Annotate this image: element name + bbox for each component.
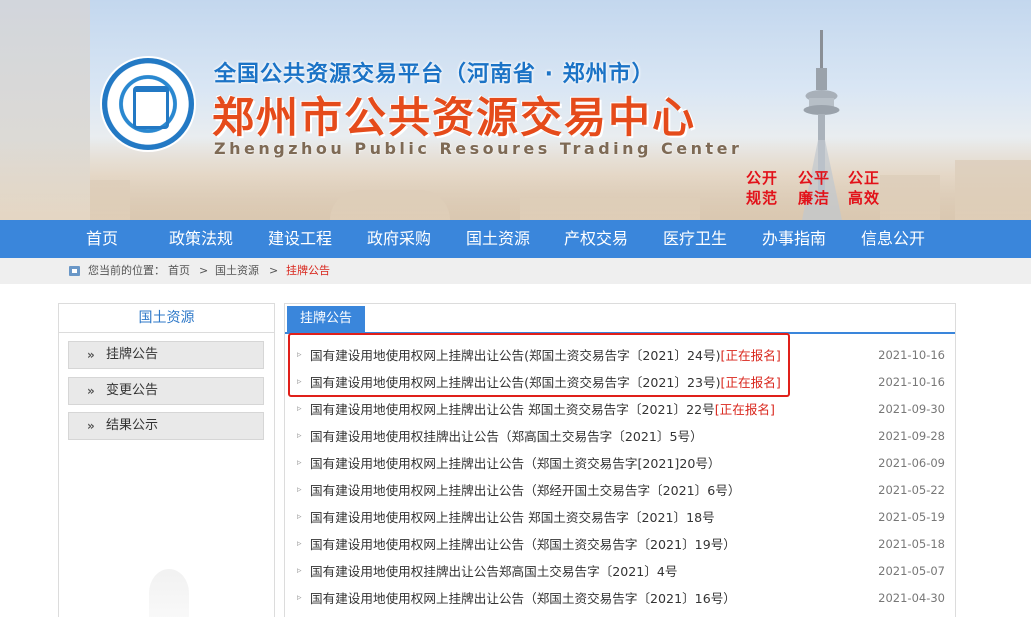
list-item-title[interactable]: 国有建设用地使用权挂牌出让公告郑高国土交易告字〔2021〕4号 <box>310 564 678 579</box>
nav-guide[interactable]: 办事指南 <box>762 220 826 258</box>
bullet-icon: ▹ <box>297 593 302 603</box>
bullet-icon: ▹ <box>297 458 302 468</box>
list-item-title[interactable]: 国有建设用地使用权网上挂牌出让公告（郑经开国土交易告字〔2021〕6号） <box>310 483 740 498</box>
list-item[interactable]: ▹ 国有建设用地使用权挂牌出让公告（郑高国土交易告字〔2021〕5号） 2021… <box>297 423 945 450</box>
list-item[interactable]: ▹ 国有建设用地使用权网上挂牌出让公告（郑国土资交易告字[2021]20号） 2… <box>297 450 945 477</box>
list-item-date: 2021-09-30 <box>878 402 945 416</box>
list-item-date: 2021-05-18 <box>878 537 945 551</box>
list-item[interactable]: ▹ 国有建设用地使用权网上挂牌出让公告（郑国土资交易告字〔2021〕19号） 2… <box>297 531 945 558</box>
list-item-date: 2021-06-09 <box>878 456 945 470</box>
status-badge: [正在报名] <box>714 402 775 417</box>
site-banner: 全国公共资源交易平台（河南省 · 郑州市） 郑州市公共资源交易中心 Zhengz… <box>0 0 1031 220</box>
nav-policy[interactable]: 政策法规 <box>169 220 233 258</box>
list-item-title[interactable]: 国有建设用地使用权网上挂牌出让公告 郑国土资交易告字〔2021〕22号 <box>310 402 715 417</box>
list-item-date: 2021-05-22 <box>878 483 945 497</box>
list-item-date: 2021-09-28 <box>878 429 945 443</box>
slogan-just: 公正 <box>848 169 881 187</box>
watermark-tower <box>149 569 189 617</box>
breadcrumb-land-resources[interactable]: 国土资源 <box>215 258 259 284</box>
main-nav: 首页 政策法规 建设工程 政府采购 国土资源 产权交易 医疗卫生 办事指南 信息… <box>0 220 1031 258</box>
breadcrumb: 您当前的位置： 首页 > 国土资源 > 挂牌公告 <box>0 258 1031 284</box>
nav-procurement[interactable]: 政府采购 <box>367 220 431 258</box>
sidebar: 国土资源 » 挂牌公告 » 变更公告 » 结果公示 <box>58 303 275 617</box>
list-item-title[interactable]: 国有建设用地使用权网上挂牌出让公告 郑国土资交易告字〔2021〕18号 <box>310 510 715 525</box>
slogan-efficient: 高效 <box>848 189 881 207</box>
bullet-icon: ▹ <box>297 404 302 414</box>
sidebar-title: 国土资源 <box>59 304 274 333</box>
list-item-title[interactable]: 国有建设用地使用权网上挂牌出让公告（郑国土资交易告字〔2021〕19号） <box>310 537 736 552</box>
sidebar-item-results[interactable]: » 结果公示 <box>68 412 264 440</box>
sidebar-item-change-notice[interactable]: » 变更公告 <box>68 377 264 405</box>
breadcrumb-home[interactable]: 首页 <box>168 258 190 284</box>
double-chevron-right-icon: » <box>87 384 95 398</box>
list-item[interactable]: ▹ 国有建设用地使用权挂牌出让公告郑高国土交易告字〔2021〕4号 2021-0… <box>297 558 945 585</box>
slogan-clean: 廉洁 <box>798 189 831 207</box>
nav-medical[interactable]: 医疗卫生 <box>663 220 727 258</box>
list-item-date: 2021-05-07 <box>878 564 945 578</box>
double-chevron-right-icon: » <box>87 348 95 362</box>
breadcrumb-separator: > <box>199 264 209 277</box>
list-item[interactable]: ▹ 国有建设用地使用权网上挂牌出让公告 郑国土资交易告字〔2021〕18号 20… <box>297 504 945 531</box>
breadcrumb-separator: > <box>269 264 279 277</box>
sidebar-item-listing-notice[interactable]: » 挂牌公告 <box>68 341 264 369</box>
list-item-date: 2021-10-16 <box>878 348 945 362</box>
list-item-date: 2021-05-19 <box>878 510 945 524</box>
slogan-standard: 规范 <box>746 189 779 207</box>
nav-construction[interactable]: 建设工程 <box>268 220 332 258</box>
tab-listing-notice[interactable]: 挂牌公告 <box>287 306 365 332</box>
breadcrumb-prefix: 您当前的位置： <box>88 264 165 277</box>
nav-info-disclosure[interactable]: 信息公开 <box>861 220 925 258</box>
sidebar-item-label: 结果公示 <box>106 418 159 433</box>
bullet-icon: ▹ <box>297 539 302 549</box>
list-item[interactable]: ▹ 国有建设用地使用权网上挂牌出让公告（郑经开国土交易告字〔2021〕6号） 2… <box>297 477 945 504</box>
site-title: 郑州市公共资源交易中心 <box>212 93 697 142</box>
double-chevron-right-icon: » <box>87 419 95 433</box>
highlight-box <box>288 333 790 397</box>
nav-home[interactable]: 首页 <box>86 220 118 258</box>
slogan-open: 公开 <box>746 169 779 187</box>
site-logo-emblem[interactable] <box>102 58 194 150</box>
sidebar-item-label: 变更公告 <box>106 383 159 398</box>
list-item-title[interactable]: 国有建设用地使用权网上挂牌出让公告（郑国土资交易告字〔2021〕16号） <box>310 591 736 606</box>
list-item-date: 2021-10-16 <box>878 375 945 389</box>
bullet-icon: ▹ <box>297 485 302 495</box>
site-title-english: Zhengzhou Public Resoures Trading Center <box>214 139 743 158</box>
panel-tabbar: 挂牌公告 <box>285 304 955 334</box>
list-item[interactable]: ▹ 国有建设用地使用权网上挂牌出让公告 郑国土资交易告字〔2021〕22号[正在… <box>297 396 945 423</box>
bullet-icon: ▹ <box>297 512 302 522</box>
nav-property-rights[interactable]: 产权交易 <box>564 220 628 258</box>
bullet-icon: ▹ <box>297 566 302 576</box>
list-item-date: 2021-04-30 <box>878 591 945 605</box>
nav-land-resources[interactable]: 国土资源 <box>466 220 530 258</box>
list-item[interactable]: ▹ 国有建设用地使用权网上挂牌出让公告（郑国土资交易告字〔2021〕16号） 2… <box>297 585 945 612</box>
list-item-title[interactable]: 国有建设用地使用权挂牌出让公告（郑高国土交易告字〔2021〕5号） <box>310 429 703 444</box>
breadcrumb-current: 挂牌公告 <box>286 264 330 277</box>
bullet-icon: ▹ <box>297 431 302 441</box>
list-item-title[interactable]: 国有建设用地使用权网上挂牌出让公告（郑国土资交易告字[2021]20号） <box>310 456 721 471</box>
slogan-fair: 公平 <box>798 169 831 187</box>
location-icon <box>69 266 80 276</box>
sidebar-item-label: 挂牌公告 <box>106 347 159 362</box>
